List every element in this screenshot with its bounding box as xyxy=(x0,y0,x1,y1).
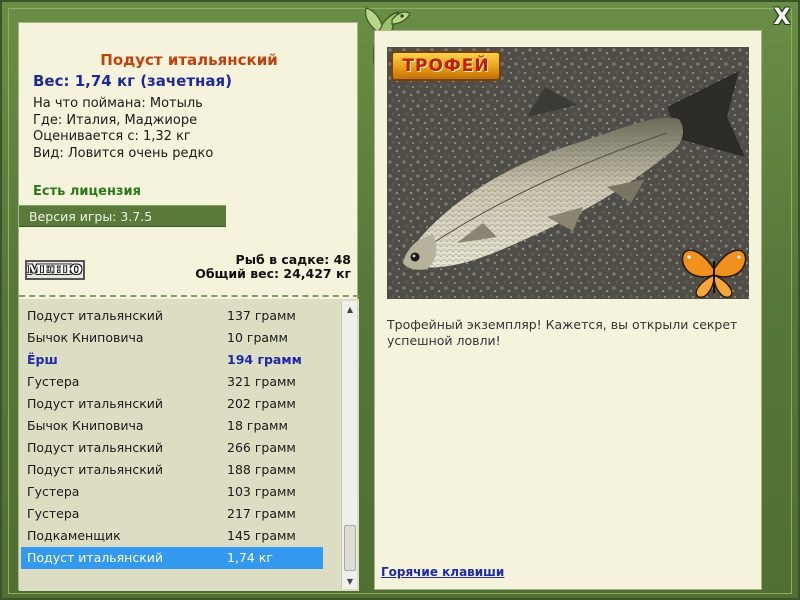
menu-button[interactable]: МЕНЮ xyxy=(25,260,85,280)
catch-list-item[interactable]: Бычок Книповича 18 грамм xyxy=(21,415,323,437)
rated-line: Оценивается с: 1,32 кг xyxy=(33,129,191,144)
hotkeys-link[interactable]: Горячие клавиши xyxy=(381,565,504,579)
divider xyxy=(19,295,359,297)
scroll-thumb[interactable] xyxy=(344,525,356,571)
close-button[interactable]: X xyxy=(768,4,796,30)
catch-list-item[interactable]: Бычок Книповича 10 грамм xyxy=(21,327,323,349)
license-status: Есть лицензия xyxy=(33,184,141,199)
catch-item-name: Ёрш xyxy=(27,352,58,367)
catch-item-weight: 202 грамм xyxy=(227,396,296,411)
catch-item-name: Подуст итальянский xyxy=(27,462,163,477)
catch-item-weight: 145 грамм xyxy=(227,528,296,543)
catch-item-name: Подкаменщик xyxy=(27,528,121,543)
fish-photo-image xyxy=(387,47,749,299)
catch-item-name: Подуст итальянский xyxy=(27,396,163,411)
catch-list: Подуст итальянский 137 грамм Бычок Книпови… xyxy=(19,299,359,591)
fish-title: Подуст итальянский xyxy=(100,51,278,69)
catch-item-name: Подуст итальянский xyxy=(27,550,163,565)
catch-item-name: Подуст итальянский xyxy=(27,308,163,323)
catch-item-weight: 1,74 кг xyxy=(227,550,273,565)
catch-item-name: Бычок Книповича xyxy=(27,330,144,345)
catch-list-item[interactable]: Густера 103 грамм xyxy=(21,481,323,503)
catch-item-weight: 217 грамм xyxy=(227,506,296,521)
catch-list-item[interactable]: Подуст итальянский 137 грамм xyxy=(21,305,323,327)
catch-stats: Рыб в садке: 48 Общий вес: 24,427 кг xyxy=(195,253,351,281)
fish-details: На что поймана: Мотыль Где: Италия, Мадж… xyxy=(33,96,213,162)
catch-item-weight: 10 грамм xyxy=(227,330,288,345)
catch-list-item[interactable]: Подкаменщик 145 грамм xyxy=(21,525,323,547)
fish-weight: Вес: 1,74 кг (зачетная) xyxy=(33,72,233,90)
catch-item-weight: 321 грамм xyxy=(227,374,296,389)
catch-item-weight: 137 грамм xyxy=(227,308,296,323)
catch-item-weight: 103 грамм xyxy=(227,484,296,499)
catch-list-item[interactable]: Густера 321 грамм xyxy=(21,371,323,393)
catch-list-item[interactable]: Подуст итальянский 188 грамм xyxy=(21,459,323,481)
trophy-badge: ТРОФЕЙ xyxy=(391,51,501,81)
fish-info-panel: Подуст итальянский Вес: 1,74 кг (зачетна… xyxy=(18,22,359,591)
fish-photo: ТРОФЕЙ xyxy=(387,47,749,299)
catch-item-weight: 188 грамм xyxy=(227,462,296,477)
bait-line: На что поймана: Мотыль xyxy=(33,96,203,111)
catch-list-item[interactable]: Подуст итальянский 1,74 кг xyxy=(21,547,323,569)
trophy-description: Трофейный экземпляр! Кажется, вы открыли… xyxy=(387,317,738,348)
catch-list-item[interactable]: Густера 217 грамм xyxy=(21,503,323,525)
catch-item-weight: 18 грамм xyxy=(227,418,288,433)
scroll-down-arrow-icon[interactable]: ▼ xyxy=(342,573,358,589)
scroll-up-arrow-icon[interactable]: ▲ xyxy=(342,301,358,317)
catch-list-item[interactable]: Ёрш 194 грамм xyxy=(21,349,323,371)
catch-item-name: Густера xyxy=(27,484,80,499)
rarity-line: Вид: Ловится очень редко xyxy=(33,145,214,161)
catch-list-item[interactable]: Подуст итальянский 202 грамм xyxy=(21,393,323,415)
catch-item-weight: 194 грамм xyxy=(227,352,302,367)
catch-list-item[interactable]: Подуст итальянский 266 грамм xyxy=(21,437,323,459)
catch-item-name: Бычок Книповича xyxy=(27,418,144,433)
version-bar: Версия игры: 3.7.5 xyxy=(19,205,226,227)
total-weight: Общий вес: 24,427 кг xyxy=(195,266,351,281)
trophy-panel: ТРОФЕЙ Трофейный экземпляр! Кажется, вы … xyxy=(374,30,762,590)
catch-list-scrollbar[interactable]: ▲ ▼ xyxy=(341,301,357,589)
catch-item-name: Подуст итальянский xyxy=(27,440,163,455)
fish-count: Рыб в садке: 48 xyxy=(235,252,351,267)
location-line: Где: Италия, Маджиоре xyxy=(33,112,198,128)
catch-item-name: Густера xyxy=(27,374,80,389)
catch-item-name: Густера xyxy=(27,506,80,521)
catch-item-weight: 266 грамм xyxy=(227,440,296,455)
